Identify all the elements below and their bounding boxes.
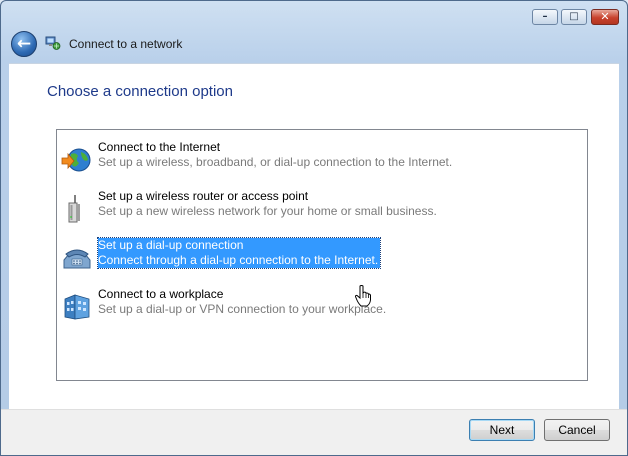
option-text: Set up a wireless router or access point… xyxy=(98,189,437,219)
dialog-window: – □ ✕ ← Connect to a network Choose a co… xyxy=(0,0,628,456)
option-title: Connect to a workplace xyxy=(98,287,224,301)
option-text: Set up a dial-up connection Connect thro… xyxy=(96,237,382,269)
maximize-icon: □ xyxy=(569,11,579,22)
option-connect-internet[interactable]: Connect to the Internet Set up a wireles… xyxy=(61,140,581,180)
option-dialup[interactable]: Set up a dial-up connection Connect thro… xyxy=(61,237,581,278)
hand-cursor-icon xyxy=(354,285,371,307)
dialup-phone-icon xyxy=(63,249,91,269)
close-icon: ✕ xyxy=(600,10,610,23)
back-arrow-icon: ← xyxy=(16,34,32,54)
content-pane: Choose a connection option Connect to th… xyxy=(9,63,619,410)
network-icon xyxy=(45,36,61,50)
wireless-router-icon xyxy=(68,195,80,223)
option-text: Connect to the Internet Set up a wireles… xyxy=(98,140,452,170)
page-heading: Choose a connection option xyxy=(47,83,233,100)
option-title: Connect to the Internet xyxy=(98,140,221,154)
minimize-icon: – xyxy=(542,11,548,22)
minimize-button[interactable]: – xyxy=(532,9,558,25)
internet-globe-icon xyxy=(61,148,91,172)
dialog-footer: Next Cancel xyxy=(1,409,627,455)
close-button[interactable]: ✕ xyxy=(591,9,619,25)
option-text: Connect to a workplace Set up a dial-up … xyxy=(98,287,386,317)
connection-options-list[interactable]: Connect to the Internet Set up a wireles… xyxy=(56,129,588,381)
option-description: Connect through a dial-up connection to … xyxy=(98,253,379,267)
window-title: Connect to a network xyxy=(69,37,183,51)
option-description: Set up a wireless, broadband, or dial-up… xyxy=(98,155,453,169)
option-description: Set up a new wireless network for your h… xyxy=(98,204,437,218)
workplace-icon xyxy=(64,294,90,320)
back-button[interactable]: ← xyxy=(11,31,37,57)
next-button[interactable]: Next xyxy=(469,419,535,441)
option-description: Set up a dial-up or VPN connection to yo… xyxy=(98,302,387,316)
option-title: Set up a wireless router or access point xyxy=(98,189,309,203)
maximize-button[interactable]: □ xyxy=(561,9,587,25)
cancel-button[interactable]: Cancel xyxy=(544,419,610,441)
option-workplace[interactable]: Connect to a workplace Set up a dial-up … xyxy=(61,287,581,327)
title-bar: – □ ✕ ← Connect to a network xyxy=(1,1,627,63)
option-wireless-router[interactable]: Set up a wireless router or access point… xyxy=(61,189,581,229)
option-title: Set up a dial-up connection xyxy=(98,238,244,252)
